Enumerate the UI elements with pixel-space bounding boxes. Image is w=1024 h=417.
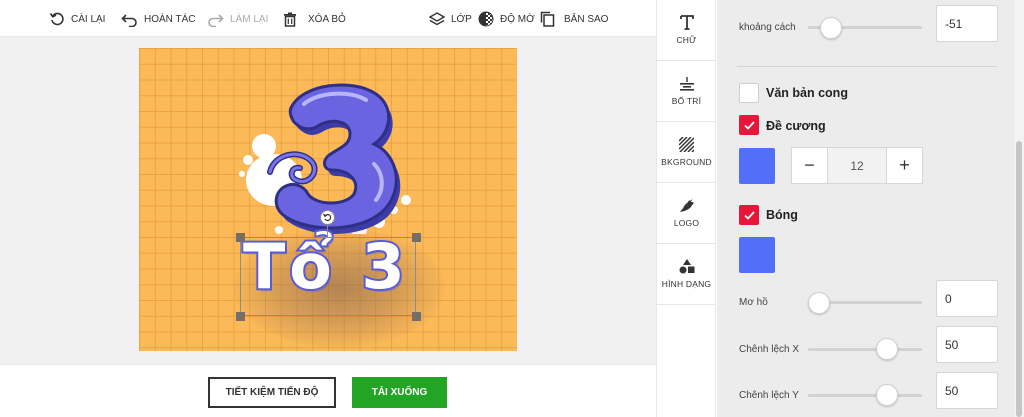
offset-y-slider-track[interactable]	[808, 394, 922, 397]
check-icon	[743, 210, 755, 220]
rotate-icon	[323, 213, 332, 222]
undo-icon	[121, 14, 137, 27]
tab-logo-label: LOGO	[673, 217, 700, 228]
rotate-handle[interactable]	[320, 210, 335, 225]
reset-button[interactable]: CÀI LẠI	[49, 10, 105, 28]
delete-button[interactable]: XÓA BỎ	[283, 10, 346, 28]
tab-background[interactable]: BKGROUND	[657, 122, 716, 183]
copy-label: BẢN SAO	[564, 13, 609, 25]
panel-divider	[737, 66, 997, 67]
offset-x-value-input[interactable]: 50	[936, 326, 998, 363]
layers-icon	[429, 11, 445, 25]
panel-scrollbar-thumb[interactable]	[1016, 141, 1022, 417]
layer-label: LỚP	[451, 13, 472, 25]
offset-y-slider-knob[interactable]	[876, 384, 898, 406]
tab-text[interactable]: CHỮ	[657, 0, 716, 61]
outline-checkbox[interactable]	[739, 115, 759, 135]
tab-layout[interactable]: BỐ TRÍ	[657, 61, 716, 122]
trash-icon	[284, 12, 296, 27]
opacity-label: ĐỘ MỜ	[500, 13, 535, 25]
resize-handle-bottom-left[interactable]	[236, 312, 245, 321]
redo-button[interactable]: LÀM LẠI	[207, 10, 268, 28]
resize-handle-top-right[interactable]	[412, 233, 421, 242]
offset-x-label: Chênh lệch X	[739, 344, 800, 355]
offset-x-slider-track[interactable]	[808, 348, 922, 351]
curved-text-checkbox[interactable]	[739, 83, 759, 103]
tab-logo[interactable]: LOGO	[657, 183, 716, 244]
text-icon	[679, 15, 694, 30]
shadow-label: Bóng	[766, 208, 798, 222]
offset-y-label: Chênh lệch Y	[739, 390, 799, 401]
spacing-slider-knob[interactable]	[820, 17, 842, 39]
copy-icon	[540, 11, 555, 27]
side-tab-bar: CHỮ BỐ TRÍ BKGROUND LOGO HÌNH DẠNG	[656, 0, 716, 417]
hatch-icon	[679, 137, 694, 152]
shadow-checkbox[interactable]	[739, 205, 759, 225]
bird-icon	[679, 198, 693, 212]
outline-label: Đề cương	[766, 119, 826, 133]
resize-handle-top-left[interactable]	[236, 233, 245, 242]
undo-label: HOÀN TÁC	[144, 13, 196, 25]
shadow-color-swatch[interactable]	[739, 237, 775, 273]
top-toolbar: CÀI LẠI HOÀN TÁC LÀM LẠI XÓA BỎ LỚP ĐỘ M…	[0, 0, 656, 37]
tab-shapes-label: HÌNH DẠNG	[661, 279, 712, 289]
shapes-icon	[679, 259, 694, 274]
bottom-bar: TIẾT KIỆM TIẾN ĐỘ TẢI XUỐNG	[0, 364, 656, 417]
delete-label: XÓA BỎ	[308, 13, 346, 25]
blur-value-input[interactable]: 0	[936, 280, 998, 317]
design-canvas[interactable]: Tổ 3	[139, 48, 517, 351]
spacing-label: khoảng cách	[739, 22, 796, 33]
download-button[interactable]: TẢI XUỐNG	[352, 377, 447, 408]
outline-color-swatch[interactable]	[739, 148, 775, 184]
outline-width-value[interactable]: 12	[828, 147, 886, 184]
tab-shapes[interactable]: HÌNH DẠNG	[657, 244, 716, 305]
spacing-value-input[interactable]: -51	[936, 5, 998, 42]
offset-x-slider-knob[interactable]	[876, 338, 898, 360]
tab-background-label: BKGROUND	[661, 157, 712, 167]
offset-y-value-input[interactable]: 50	[936, 372, 998, 409]
redo-label: LÀM LẠI	[230, 13, 269, 25]
outline-increase-button[interactable]: +	[886, 147, 923, 184]
check-icon	[743, 120, 755, 130]
tab-layout-label: BỐ TRÍ	[671, 95, 702, 106]
curved-text-label: Văn bản cong	[766, 86, 848, 100]
opacity-button[interactable]: ĐỘ MỜ	[478, 10, 535, 28]
layer-button[interactable]: LỚP	[429, 10, 472, 28]
redo-icon	[208, 14, 224, 27]
blur-slider-knob[interactable]	[808, 292, 830, 314]
align-icon	[679, 76, 694, 91]
reset-icon	[49, 12, 64, 26]
resize-handle-bottom-right[interactable]	[412, 312, 421, 321]
canvas-area: Tổ 3	[0, 37, 656, 364]
opacity-icon	[478, 11, 494, 27]
tab-text-label: CHỮ	[676, 35, 697, 45]
reset-label: CÀI LẠI	[71, 13, 106, 25]
selection-box[interactable]	[240, 237, 416, 316]
blur-label: Mơ hồ	[739, 297, 768, 308]
undo-button[interactable]: HOÀN TÁC	[121, 10, 196, 28]
copy-button[interactable]: BẢN SAO	[540, 10, 608, 28]
outline-decrease-button[interactable]: −	[791, 147, 828, 184]
save-progress-button[interactable]: TIẾT KIỆM TIẾN ĐỘ	[208, 377, 336, 408]
